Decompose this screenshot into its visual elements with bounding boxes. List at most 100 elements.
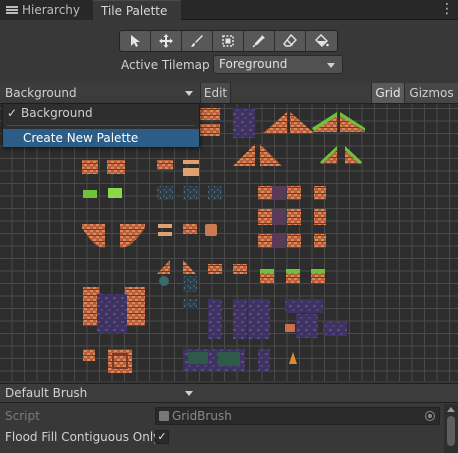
select-icon — [131, 35, 140, 47]
script-label: Script — [5, 409, 40, 423]
flood-fill-checkbox[interactable]: ✓ — [155, 430, 169, 444]
tile-slope — [262, 112, 287, 134]
tile-wall — [287, 186, 301, 200]
grid-toggle-button[interactable]: Grid — [371, 83, 404, 103]
tile-grass — [260, 269, 274, 273]
tile-wall — [272, 209, 286, 225]
active-tilemap-label: Active Tilemap — [121, 58, 210, 72]
tile-wall — [258, 186, 272, 200]
inspector-scrollbar[interactable] — [444, 404, 458, 453]
edit-button[interactable]: Edit — [200, 83, 231, 103]
tile-wall — [233, 108, 255, 138]
gizmos-toggle-button[interactable]: Gizmos — [404, 83, 458, 103]
tile-wall — [233, 264, 247, 274]
tile-grass — [108, 188, 122, 198]
tile-purple-wall — [296, 314, 318, 338]
tile-wall — [157, 160, 173, 170]
tile-gem — [159, 276, 169, 286]
tile-wall — [272, 234, 286, 248]
brush-dropdown[interactable]: Default Brush — [0, 384, 200, 403]
tile-wall — [158, 224, 172, 228]
flood-fill-label: Flood Fill Contiguous Only — [5, 430, 161, 444]
palette-bar: Background Edit Grid Gizmos — [0, 83, 458, 104]
check-icon: ✓ — [7, 106, 18, 120]
menu-item-create-new-palette[interactable]: Create New Palette — [3, 129, 199, 147]
picker-tool-button[interactable] — [244, 31, 275, 51]
brush-dropdown-value: Default Brush — [5, 386, 88, 400]
eraser-tool-button[interactable] — [275, 31, 306, 51]
scrollbar-thumb[interactable] — [447, 416, 455, 446]
tab-tile-palette[interactable]: Tile Palette — [93, 0, 181, 21]
tile-dark-wall — [183, 299, 197, 309]
tab-hierarchy-label: Hierarchy — [22, 3, 81, 17]
chevron-down-icon — [185, 91, 193, 96]
tile-torch — [289, 352, 297, 364]
tile-grass — [286, 269, 300, 273]
tile-wall — [272, 186, 286, 200]
tile-slope — [157, 260, 170, 274]
menu-separator — [7, 125, 195, 126]
paintbrush-icon — [191, 35, 203, 47]
script-field[interactable]: GridBrush — [155, 407, 440, 425]
box-fill-tool-button[interactable] — [213, 31, 244, 51]
tile-wall — [200, 108, 220, 120]
eraser-icon — [283, 34, 297, 47]
tab-bar: Hierarchy Tile Palette ⋮ — [0, 0, 458, 21]
tile-wall — [158, 232, 172, 236]
move-tool-button[interactable] — [151, 31, 182, 51]
tile-door — [83, 349, 95, 361]
tile-purple-wall — [97, 294, 127, 334]
active-tilemap-dropdown[interactable]: Foreground — [213, 55, 343, 74]
brush-row: Default Brush — [0, 383, 458, 403]
tile-purple-wall — [258, 349, 270, 371]
tile-purple-wall — [248, 299, 270, 339]
tile-wall — [107, 160, 125, 174]
script-value: GridBrush — [172, 409, 232, 423]
tile-dark-wall — [183, 276, 197, 292]
tile-wall — [314, 209, 326, 225]
list-icon — [6, 5, 18, 14]
tile-door — [108, 349, 132, 373]
tile-dark-wall — [233, 299, 247, 339]
tile-wall — [82, 160, 98, 174]
tile-tools-toolbar — [119, 30, 338, 52]
scroll-up-icon[interactable] — [447, 407, 455, 412]
tile-dark-wall — [208, 186, 222, 200]
object-picker-icon[interactable] — [425, 411, 435, 421]
palette-dropdown-value: Background — [5, 86, 77, 100]
tile-arch — [82, 224, 105, 248]
select-tool-button[interactable] — [120, 31, 151, 51]
tab-hierarchy[interactable]: Hierarchy — [0, 0, 92, 20]
tile-dark-wall — [157, 186, 173, 200]
tile-wall — [183, 168, 199, 176]
menu-item-background[interactable]: ✓ Background — [3, 105, 199, 121]
tile-wall — [205, 224, 217, 236]
tile-wall — [208, 264, 222, 274]
box-fill-icon — [222, 35, 234, 47]
script-row: Script GridBrush — [0, 407, 444, 425]
tile-slope — [260, 144, 282, 166]
tile-grass — [311, 269, 325, 273]
paint-tool-button[interactable] — [182, 31, 213, 51]
tab-tile-palette-label: Tile Palette — [101, 4, 168, 18]
tile-wall — [285, 324, 295, 332]
chevron-down-icon — [327, 63, 335, 68]
flood-fill-row: Flood Fill Contiguous Only ✓ — [0, 428, 444, 446]
move-icon — [159, 34, 173, 48]
menu-item-background-label: Background — [21, 106, 93, 120]
kebab-menu-icon[interactable]: ⋮ — [440, 0, 454, 20]
tile-slope — [290, 112, 315, 134]
tile-wall — [287, 234, 301, 248]
active-tilemap-row: Active Tilemap Foreground — [0, 54, 458, 76]
tile-wall — [258, 209, 272, 225]
tile-arch — [120, 224, 145, 248]
tile-grass — [83, 190, 97, 198]
tile-purple-wall — [323, 322, 347, 336]
palette-dropdown[interactable]: Background — [0, 83, 200, 103]
fill-tool-button[interactable] — [306, 31, 337, 51]
tile-bush — [188, 352, 208, 364]
palette-dropdown-menu: ✓ Background Create New Palette — [2, 103, 200, 147]
picker-icon — [252, 35, 265, 48]
script-file-icon — [159, 411, 169, 421]
fill-bucket-icon — [314, 34, 329, 47]
